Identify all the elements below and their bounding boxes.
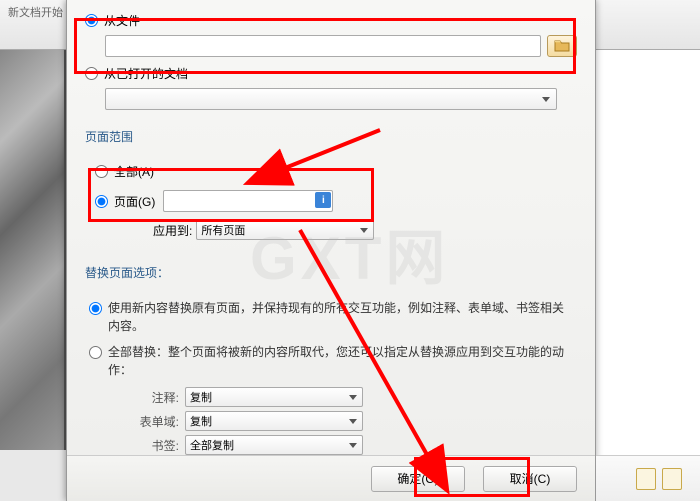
info-icon[interactable]: i xyxy=(315,192,331,208)
replace-options-section: 使用新内容替换原有页面，并保持现有的所有交互功能，例如注释、表单域、书签相关内容… xyxy=(67,289,595,455)
form-value: 复制 xyxy=(190,416,212,428)
full-replace-row: 全部替换：整个页面将被新的内容所取代，您还可以指定从替换源应用到交互功能的动作： xyxy=(89,343,573,379)
cancel-button-label: 取消(C) xyxy=(510,470,551,487)
annot-select[interactable]: 复制 xyxy=(185,387,363,407)
pages-label: 页面(G) xyxy=(114,193,155,210)
from-open-doc-label: 从已打开的文档 xyxy=(104,65,188,82)
mini-icon-1[interactable] xyxy=(636,468,656,490)
from-file-label: 从文件 xyxy=(104,12,140,29)
file-path-row xyxy=(105,35,577,57)
replace-pages-dialog: 从文件 从已打开的文档 页面范围 全部(A) 页面(G) xyxy=(66,0,596,501)
annot-row: 注释: 复制 xyxy=(119,387,573,407)
bookmark-value: 全部复制 xyxy=(190,440,234,452)
pages-radio[interactable] xyxy=(95,195,108,208)
from-open-doc-row: 从已打开的文档 xyxy=(85,65,577,82)
bookmark-label: 书签: xyxy=(119,437,179,454)
replace-options-group-label: 替换页面选项： xyxy=(85,264,595,281)
file-path-input[interactable] xyxy=(105,35,541,57)
full-replace-text: 全部替换：整个页面将被新的内容所取代，您还可以指定从替换源应用到交互功能的动作： xyxy=(108,343,573,379)
keep-interactive-text: 使用新内容替换原有页面，并保持现有的所有交互功能，例如注释、表单域、书签相关内容… xyxy=(108,299,573,335)
pages-row: 页面(G) i xyxy=(95,190,567,212)
ok-button-label: 确定(O) xyxy=(397,470,438,487)
full-replace-radio[interactable] xyxy=(89,346,102,359)
dialog-button-bar: 确定(O) 取消(C) xyxy=(67,455,595,501)
all-pages-row: 全部(A) xyxy=(95,163,567,180)
pages-input[interactable] xyxy=(163,190,333,212)
folder-icon xyxy=(554,38,570,55)
ok-button[interactable]: 确定(O) xyxy=(371,466,465,492)
full-replace-sub-options: 注释: 复制 表单域: 复制 书签: 全部复制 xyxy=(119,387,573,455)
cancel-button[interactable]: 取消(C) xyxy=(483,466,577,492)
mini-icon-2[interactable] xyxy=(662,468,682,490)
page-range-group-label: 页面范围 xyxy=(85,128,595,145)
source-section: 从文件 从已打开的文档 xyxy=(67,0,595,114)
all-pages-radio[interactable] xyxy=(95,165,108,178)
right-bottom-strip xyxy=(596,455,700,501)
right-background xyxy=(596,0,700,501)
top-heading: 新文档开始 xyxy=(8,7,63,19)
open-doc-select[interactable] xyxy=(105,88,557,110)
apply-to-label: 应用到: xyxy=(153,222,192,239)
from-file-radio[interactable] xyxy=(85,14,98,27)
bookmark-select[interactable]: 全部复制 xyxy=(185,435,363,455)
apply-to-value: 所有页面 xyxy=(201,225,245,237)
from-file-row: 从文件 xyxy=(85,12,577,29)
bookmark-row: 书签: 全部复制 xyxy=(119,435,573,455)
apply-to-row: 应用到: 所有页面 xyxy=(153,220,567,240)
from-open-doc-radio[interactable] xyxy=(85,67,98,80)
form-row: 表单域: 复制 xyxy=(119,411,573,431)
annot-label: 注释: xyxy=(119,389,179,406)
annot-value: 复制 xyxy=(190,392,212,404)
form-label: 表单域: xyxy=(119,413,179,430)
background-photo xyxy=(0,50,66,450)
form-select[interactable]: 复制 xyxy=(185,411,363,431)
apply-to-select[interactable]: 所有页面 xyxy=(196,220,374,240)
all-pages-label: 全部(A) xyxy=(114,163,154,180)
page-range-section: 全部(A) 页面(G) i 应用到: 所有页面 xyxy=(67,153,595,250)
keep-interactive-row: 使用新内容替换原有页面，并保持现有的所有交互功能，例如注释、表单域、书签相关内容… xyxy=(89,299,573,335)
browse-button[interactable] xyxy=(547,35,577,57)
keep-interactive-radio[interactable] xyxy=(89,302,102,315)
